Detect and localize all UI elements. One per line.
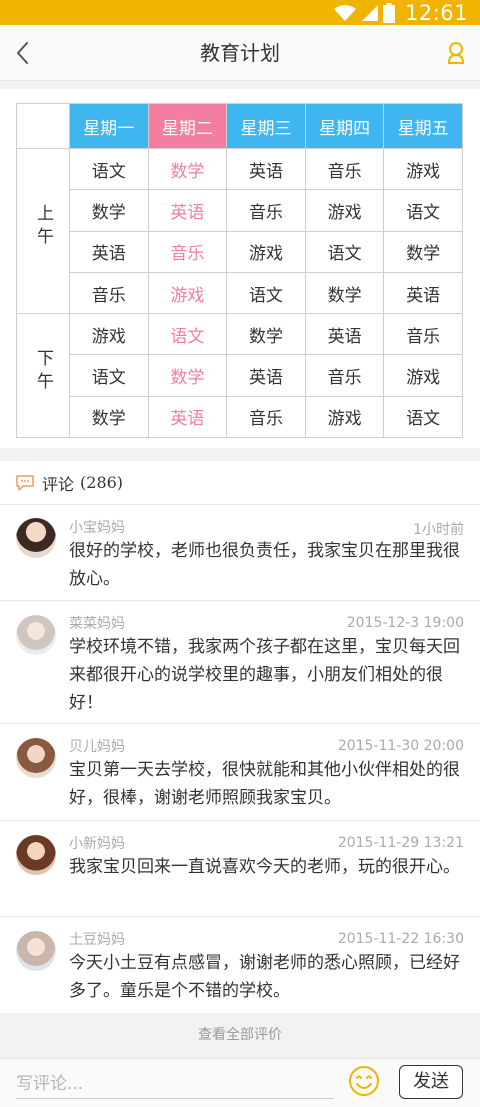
schedule-cell: 数学	[147, 354, 228, 397]
comment-input[interactable]: 写评论...	[16, 1069, 334, 1099]
schedule-cell: 数学	[69, 189, 149, 232]
wifi-icon	[333, 4, 356, 21]
schedule-cell: 数学	[147, 147, 228, 191]
send-button[interactable]: 发送	[399, 1065, 463, 1099]
schedule-cell: 英语	[226, 147, 306, 191]
schedule-row: 下午 游戏 语文 数学 英语 音乐	[16, 313, 463, 439]
schedule-cell: 游戏	[383, 354, 463, 397]
schedule-corner	[16, 103, 70, 149]
avatar[interactable]	[16, 518, 56, 558]
day-header: 星期一	[69, 103, 149, 149]
comment-time: 1小时前	[413, 522, 464, 538]
schedule-cell: 游戏	[226, 230, 306, 273]
view-all-reviews-link[interactable]: 查看全部评价	[0, 1013, 480, 1058]
avatar[interactable]	[16, 931, 56, 971]
comment-author: 菜菜妈妈	[69, 616, 125, 632]
schedule-cell: 数学	[304, 271, 385, 315]
page-title: 教育计划	[200, 41, 280, 65]
schedule-cell: 音乐	[304, 147, 385, 191]
schedule-cell: 语文	[383, 189, 463, 232]
schedule-cell: 数学	[226, 313, 306, 356]
avatar[interactable]	[16, 738, 56, 778]
comment-author: 小新妈妈	[69, 836, 125, 852]
comments-section: 评论 (286) 小宝妈妈 1小时前 很好的学校，老师也很负责任，我家宝贝在那里…	[0, 461, 480, 1013]
schedule-cell: 语文	[383, 395, 463, 439]
comment-time: 2015-11-29 13:21	[337, 835, 464, 851]
schedule-cell: 英语	[147, 395, 228, 439]
schedule-cell: 语文	[69, 354, 149, 397]
schedule-cell: 游戏	[147, 271, 228, 315]
comment-text: 今天小土豆有点感冒，谢谢老师的悉心照顾，已经好多了。童乐是个不错的学校。	[69, 953, 460, 1001]
comment-item[interactable]: 小宝妈妈 1小时前 很好的学校，老师也很负责任，我家宝贝在那里我很放心。	[0, 505, 480, 601]
schedule-cell: 数学	[383, 230, 463, 273]
schedule-cell: 音乐	[226, 189, 306, 232]
schedule-cell: 游戏	[304, 189, 385, 232]
status-icons	[333, 2, 395, 23]
day-header: 星期三	[226, 103, 306, 149]
schedule-cell: 游戏	[304, 395, 385, 439]
schedule-cell: 音乐	[226, 395, 306, 439]
status-time: 12:61	[404, 0, 468, 25]
morning-label: 上午	[16, 147, 70, 315]
afternoon-label: 下午	[16, 313, 70, 439]
afternoon-label-text: 下午	[33, 348, 53, 395]
emoji-icon[interactable]	[348, 1065, 380, 1097]
schedule-row: 英语 音乐 游戏 语文 数学	[17, 230, 463, 273]
comment-icon	[16, 474, 34, 491]
comment-author: 贝儿妈妈	[69, 739, 125, 755]
schedule-cell: 音乐	[69, 271, 149, 315]
schedule-cell: 音乐	[383, 313, 463, 356]
day-header: 星期五	[383, 103, 463, 149]
comment-item[interactable]: 菜菜妈妈 2015-12-3 19:00 学校环境不错，我家两个孩子都在这里，宝…	[0, 601, 480, 724]
schedule-panel: 星期一 星期二 星期三 星期四 星期五 上午 语文 数学 英语 音乐 游戏 数学…	[0, 89, 480, 448]
schedule-cell: 数学	[69, 395, 149, 439]
schedule-cell: 英语	[69, 230, 149, 273]
day-header: 星期四	[304, 103, 385, 149]
schedule-header-row: 星期一 星期二 星期三 星期四 星期五	[16, 103, 463, 149]
schedule-cell: 语文	[147, 313, 228, 356]
comment-input-bar: 写评论... 发送	[0, 1058, 480, 1107]
comments-header: 评论 (286)	[0, 461, 480, 505]
schedule-cell: 游戏	[383, 147, 463, 191]
status-bar: 12:61	[0, 0, 480, 25]
comments-label: 评论	[42, 474, 75, 494]
comment-time: 2015-11-22 16:30	[337, 931, 464, 947]
schedule-row: 音乐 游戏 语文 数学 英语	[17, 271, 463, 315]
morning-label-text: 上午	[33, 204, 53, 251]
comment-author: 小宝妈妈	[69, 520, 125, 536]
comment-item[interactable]: 贝儿妈妈 2015-11-30 20:00 宝贝第一天去学校，很快就能和其他小伙…	[0, 724, 480, 821]
comments-count: (286)	[80, 473, 124, 492]
schedule-cell: 英语	[147, 189, 228, 232]
comment-item[interactable]: 土豆妈妈 2015-11-22 16:30 今天小土豆有点感冒，谢谢老师的悉心照…	[0, 917, 480, 1013]
avatar[interactable]	[16, 835, 56, 875]
comment-author: 土豆妈妈	[69, 932, 125, 948]
day-header-highlighted: 星期二	[147, 103, 228, 149]
schedule-cell: 语文	[226, 271, 306, 315]
avatar[interactable]	[16, 615, 56, 655]
schedule-cell: 音乐	[304, 354, 385, 397]
schedule-table: 星期一 星期二 星期三 星期四 星期五 上午 语文 数学 英语 音乐 游戏 数学…	[16, 103, 463, 439]
schedule-cell: 音乐	[147, 230, 228, 273]
comment-text: 宝贝第一天去学校，很快就能和其他小伙伴相处的很好，很棒，谢谢老师照顾我家宝贝。	[69, 760, 460, 808]
comment-time: 2015-12-3 19:00	[346, 615, 464, 631]
signal-icon	[361, 4, 378, 21]
schedule-cell: 英语	[383, 271, 463, 315]
schedule-row: 语文 数学 英语 音乐 游戏	[17, 354, 463, 397]
nav-bar: 教育计划	[0, 25, 480, 81]
schedule-row: 数学 英语 音乐 游戏 语文	[17, 395, 463, 439]
schedule-cell: 英语	[304, 313, 385, 356]
schedule-cell: 语文	[304, 230, 385, 273]
schedule-row: 数学 英语 音乐 游戏 语文	[17, 189, 463, 232]
user-icon[interactable]	[446, 41, 466, 65]
comment-time: 2015-11-30 20:00	[337, 738, 464, 754]
battery-icon	[382, 2, 395, 23]
schedule-cell: 语文	[69, 147, 149, 191]
comment-item[interactable]: 小新妈妈 2015-11-29 13:21 我家宝贝回来一直说喜欢今天的老师，玩…	[0, 821, 480, 917]
comment-text: 学校环境不错，我家两个孩子都在这里，宝贝每天回来都很开心的说学校里的趣事，小朋友…	[69, 637, 460, 713]
comment-text: 我家宝贝回来一直说喜欢今天的老师，玩的很开心。	[69, 857, 460, 877]
schedule-cell: 英语	[226, 354, 306, 397]
comment-text: 很好的学校，老师也很负责任，我家宝贝在那里我很放心。	[69, 541, 460, 589]
schedule-cell: 游戏	[69, 313, 149, 356]
schedule-row: 上午 语文 数学 英语 音乐 游戏	[16, 147, 463, 315]
